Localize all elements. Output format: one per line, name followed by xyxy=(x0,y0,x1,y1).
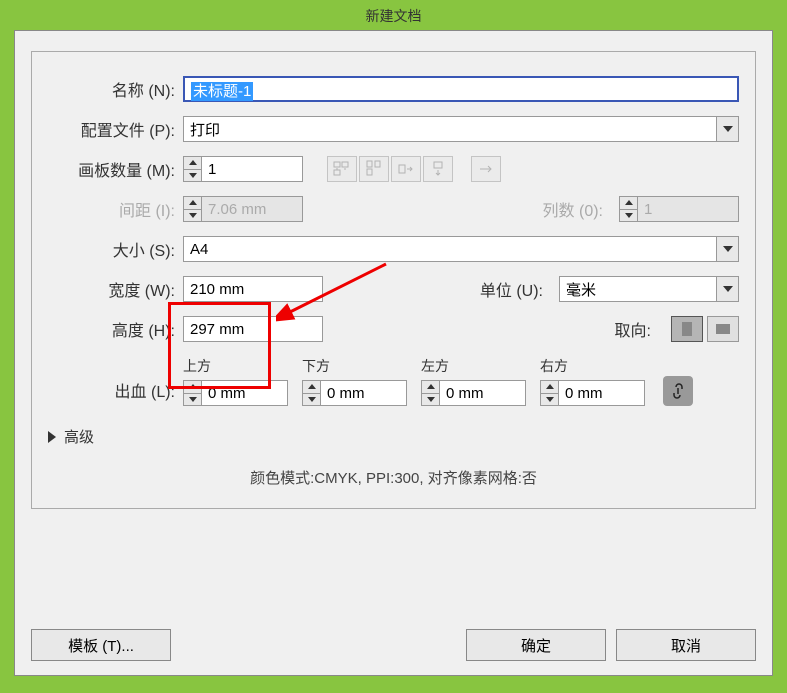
orientation-portrait-button[interactable] xyxy=(671,316,703,342)
columns-label: 列数 (0): xyxy=(543,197,611,221)
spin-down-icon[interactable] xyxy=(184,169,201,182)
bleed-left-label: 左方 xyxy=(421,356,526,376)
spin-down-icon[interactable] xyxy=(303,393,320,406)
settings-panel: 名称 (N): 未标题-1 配置文件 (P): 打印 画板数量 (M): 1 xyxy=(31,51,756,509)
cancel-button[interactable]: 取消 xyxy=(616,629,756,661)
orientation-label: 取向: xyxy=(615,317,659,341)
bleed-right-spinner[interactable]: 0 mm xyxy=(540,380,645,406)
units-select[interactable]: 毫米 xyxy=(559,276,739,302)
profile-select[interactable]: 打印 xyxy=(183,116,739,142)
units-label: 单位 (U): xyxy=(480,277,551,301)
dialog-body: 名称 (N): 未标题-1 配置文件 (P): 打印 画板数量 (M): 1 xyxy=(14,30,773,676)
arrange-right-icon xyxy=(391,156,421,182)
height-input[interactable] xyxy=(183,316,323,342)
size-select[interactable]: A4 xyxy=(183,236,739,262)
profile-label: 配置文件 (P): xyxy=(48,117,183,141)
arrange-down-icon xyxy=(423,156,453,182)
dialog-title: 新建文档 xyxy=(0,0,787,30)
spin-down-icon[interactable] xyxy=(541,393,558,406)
width-label: 宽度 (W): xyxy=(48,277,183,301)
spin-up-icon[interactable] xyxy=(422,381,439,393)
arrange-ltr-icon xyxy=(471,156,501,182)
bleed-top-spinner[interactable]: 0 mm xyxy=(183,380,288,406)
chevron-down-icon xyxy=(716,117,738,141)
triangle-right-icon xyxy=(48,431,56,443)
spin-up-icon[interactable] xyxy=(184,157,201,169)
bleed-bottom-spinner[interactable]: 0 mm xyxy=(302,380,407,406)
artboards-spinner[interactable]: 1 xyxy=(183,156,303,182)
artboards-label: 画板数量 (M): xyxy=(48,157,183,181)
grid-by-column-icon xyxy=(359,156,389,182)
bleed-top-label: 上方 xyxy=(183,356,288,376)
spin-down-icon[interactable] xyxy=(184,393,201,406)
spin-up-icon xyxy=(620,197,637,209)
spacing-label: 间距 (I): xyxy=(48,197,183,221)
templates-button[interactable]: 模板 (T)... xyxy=(31,629,171,661)
advanced-toggle[interactable]: 高级 xyxy=(48,420,739,453)
name-input[interactable]: 未标题-1 xyxy=(183,76,739,102)
bleed-bottom-label: 下方 xyxy=(302,356,407,376)
spin-down-icon xyxy=(184,209,201,222)
ok-button[interactable]: 确定 xyxy=(466,629,606,661)
spin-up-icon[interactable] xyxy=(184,381,201,393)
name-label: 名称 (N): xyxy=(48,77,183,101)
spin-down-icon[interactable] xyxy=(422,393,439,406)
columns-spinner: 1 xyxy=(619,196,739,222)
spin-up-icon xyxy=(184,197,201,209)
color-mode-info: 颜色模式:CMYK, PPI:300, 对齐像素网格:否 xyxy=(48,453,739,492)
orientation-landscape-button[interactable] xyxy=(707,316,739,342)
bleed-right-label: 右方 xyxy=(540,356,645,376)
width-input[interactable] xyxy=(183,276,323,302)
spin-up-icon[interactable] xyxy=(541,381,558,393)
bleed-label: 出血 (L): xyxy=(48,378,183,402)
spin-down-icon xyxy=(620,209,637,222)
chevron-down-icon xyxy=(716,237,738,261)
chevron-down-icon xyxy=(716,277,738,301)
grid-by-row-icon xyxy=(327,156,357,182)
size-label: 大小 (S): xyxy=(48,237,183,261)
spin-up-icon[interactable] xyxy=(303,381,320,393)
link-bleed-button[interactable] xyxy=(663,376,693,406)
bleed-left-spinner[interactable]: 0 mm xyxy=(421,380,526,406)
spacing-spinner: 7.06 mm xyxy=(183,196,303,222)
height-label: 高度 (H): xyxy=(48,317,183,341)
